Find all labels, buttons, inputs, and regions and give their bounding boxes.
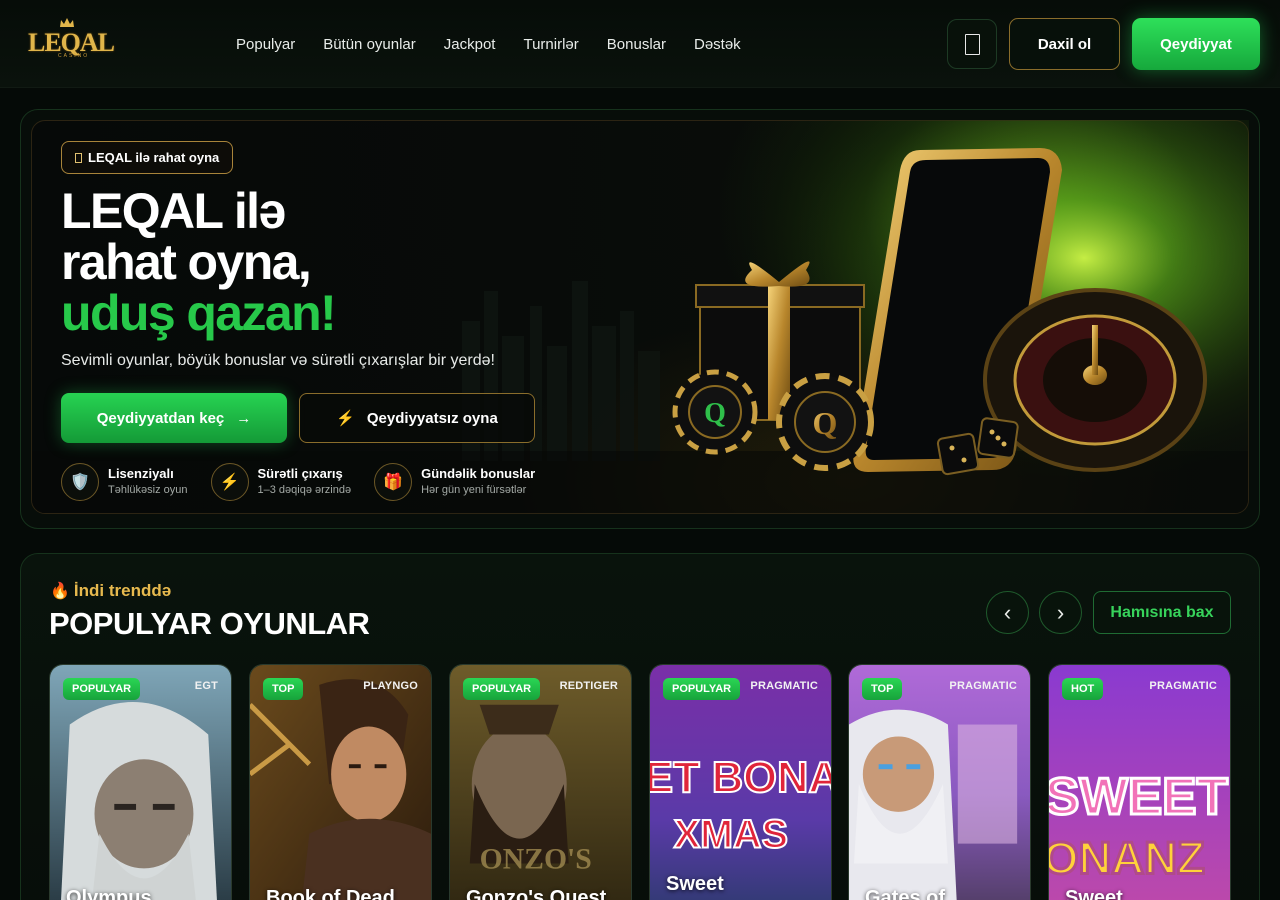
game-art-text: ONZO'S	[480, 843, 592, 875]
main-nav: Populyar Bütün oyunlar Jackpot Turnirlər…	[236, 36, 769, 53]
feature-title: Sürətli çıxarış	[257, 466, 343, 481]
hero-title: LEQAL ilə rahat oyna, uduş qazan!	[61, 183, 337, 341]
signup-cta-button[interactable]: Qeydiyyatdan keç →	[61, 393, 287, 443]
game-card-sweet-bonanza[interactable]: SWEET ONANZ HOT PRAGMATIC Sweet	[1048, 664, 1231, 900]
feature-title: Gündəlik bonuslar	[421, 466, 536, 481]
svg-text:Q: Q	[704, 398, 726, 429]
game-tag: POPULYAR	[463, 678, 541, 700]
trending-label: 🔥 İndi trenddə	[50, 581, 171, 601]
game-art: ET BONA XMAS	[650, 665, 831, 900]
game-name: Sweet	[666, 873, 724, 895]
nav-tournaments[interactable]: Turnirlər	[523, 36, 578, 53]
game-art: SWEET ONANZ	[1049, 665, 1230, 900]
play-without-signup-label: Qeydiyyatsız oyna	[366, 409, 498, 427]
leqal-logo[interactable]: LEQAL CASINO	[28, 18, 115, 60]
logo-subtitle: CASINO	[58, 53, 90, 59]
hero-illustration: Q Q	[660, 120, 1249, 514]
hero-title-line1: LEQAL ilə	[61, 183, 286, 239]
nav-bonuses[interactable]: Bonuslar	[607, 36, 666, 53]
svg-text:Q: Q	[813, 405, 838, 441]
hero-title-line2: rahat oyna,	[61, 234, 312, 290]
hero-title-line3: uduş qazan!	[61, 285, 337, 341]
game-provider: PRAGMATIC	[1149, 680, 1217, 692]
feature-subtitle: 1–3 dəqiqə ərzində	[257, 484, 352, 496]
chevron-right-icon: ›	[1056, 599, 1065, 625]
game-art-text: XMAS	[674, 813, 788, 857]
game-name: Gonzo's Quest	[466, 887, 607, 900]
arrow-right-icon: →	[236, 409, 252, 427]
game-name: Book of Dead	[266, 887, 395, 900]
trending-text: İndi trenddə	[73, 581, 172, 600]
lightning-icon: ⚡	[210, 463, 249, 501]
play-without-signup-button[interactable]: ⚡ Qeydiyyatsız oyna	[299, 393, 535, 443]
game-art	[250, 665, 431, 900]
crown-icon	[60, 18, 74, 27]
section-title: POPULYAR OYUNLAR	[49, 606, 370, 641]
roulette-illustration	[983, 288, 1207, 472]
game-provider: PRAGMATIC	[750, 680, 818, 692]
nav-support[interactable]: Dəstək	[694, 36, 741, 53]
login-button[interactable]: Daxil ol	[1009, 18, 1120, 70]
signup-cta-label: Qeydiyyatdan keç	[96, 409, 225, 427]
nav-jackpot[interactable]: Jackpot	[444, 36, 496, 53]
lightning-icon: ⚡	[336, 410, 355, 427]
mobile-app-button[interactable]	[947, 19, 997, 69]
game-tag: POPULYAR	[63, 678, 141, 700]
game-card-sweet-bonanza-xmas[interactable]: ET BONA XMAS POPULYAR PRAGMATIC Sweet	[649, 664, 832, 900]
game-tag: TOP	[263, 678, 304, 700]
site-header: LEQAL CASINO Populyar Bütün oyunlar Jack…	[0, 0, 1280, 88]
game-provider: REDTIGER	[559, 680, 618, 692]
game-card-olympus[interactable]: POPULYAR EGT Olympus	[49, 664, 232, 900]
game-tag: TOP	[862, 678, 903, 700]
game-name: Gates of	[865, 887, 946, 900]
feature-licensed: 🛡️ Lisenziyalı Təhlükəsiz oyun	[61, 463, 188, 501]
game-art: ONZO'S	[450, 665, 631, 900]
game-provider: EGT	[194, 680, 218, 692]
feature-title: Lisenziyalı	[108, 466, 174, 481]
nav-populyar[interactable]: Populyar	[236, 36, 295, 53]
game-art	[50, 665, 231, 900]
feature-daily-bonuses: 🎁 Gündəlik bonuslar Hər gün yeni fürsətl…	[374, 463, 535, 501]
feature-subtitle: Təhlükəsiz oyun	[108, 484, 188, 496]
phone-icon	[965, 34, 980, 55]
game-provider: PLAYNGO	[363, 680, 418, 692]
carousel-next-button[interactable]: ›	[1039, 591, 1082, 634]
game-card-book-of-dead[interactable]: TOP PLAYNGO Book of Dead	[249, 664, 432, 900]
shield-icon: 🛡️	[61, 463, 99, 501]
game-name: Sweet	[1065, 887, 1123, 900]
game-art	[849, 665, 1030, 900]
game-art-text: SWEET	[1049, 767, 1228, 825]
game-tag: HOT	[1062, 678, 1104, 700]
hero-description: Sevimli oyunlar, böyük bonuslar və sürət…	[61, 352, 495, 369]
game-card-gonzos-quest[interactable]: ONZO'S POPULYAR REDTIGER Gonzo's Quest	[449, 664, 632, 900]
hero-badge-label: LEQAL ilə rahat oyna	[88, 150, 220, 165]
feature-fast-withdrawal: ⚡ Sürətli çıxarış 1–3 dəqiqə ərzində	[210, 463, 352, 501]
game-provider: PRAGMATIC	[949, 680, 1017, 692]
carousel-prev-button[interactable]: ‹	[986, 591, 1029, 634]
hero-badge: LEQAL ilə rahat oyna	[61, 141, 234, 174]
game-tag: POPULYAR	[663, 678, 741, 700]
fire-icon: 🔥	[50, 583, 70, 600]
badge-icon	[75, 152, 82, 163]
game-art-text: ONANZ	[1049, 832, 1205, 883]
game-art-text: ET BONA	[650, 754, 831, 802]
chevron-left-icon: ‹	[1003, 599, 1012, 625]
gift-icon: 🎁	[374, 463, 413, 501]
see-all-button[interactable]: Hamısına bax	[1093, 591, 1231, 634]
register-button[interactable]: Qeydiyyat	[1132, 18, 1260, 70]
game-name: Olympus	[66, 887, 152, 900]
hero-features: 🛡️ Lisenziyalı Təhlükəsiz oyun ⚡ Sürətli…	[61, 463, 558, 501]
game-card-gates-of-olympus[interactable]: TOP PRAGMATIC Gates of	[848, 664, 1031, 900]
feature-subtitle: Hər gün yeni fürsətlər	[421, 484, 527, 496]
nav-all-games[interactable]: Bütün oyunlar	[323, 36, 416, 53]
